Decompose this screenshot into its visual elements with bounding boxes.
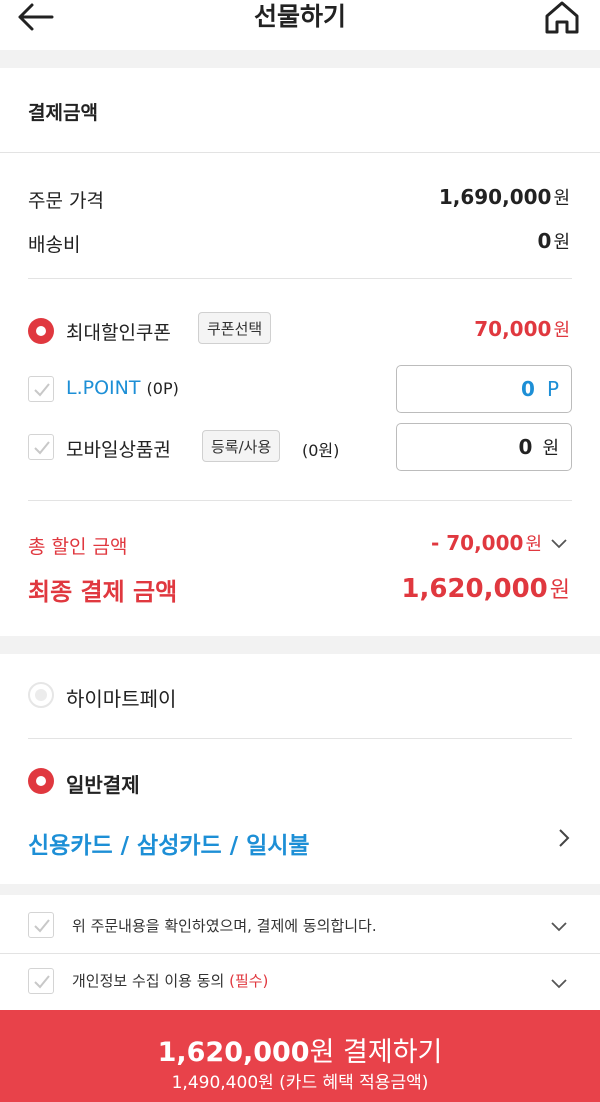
divider [28,738,572,739]
lpoint-input[interactable]: 0 P [396,365,572,413]
check-icon [34,919,50,933]
payment-amount-card: 결제금액 주문 가격 1,690,000 원 배송비 0원 최대할인쿠폰 쿠폰선택… [0,68,600,636]
lpoint-label: L.POINT [66,377,141,399]
check-icon [34,975,50,989]
home-button[interactable] [542,0,582,38]
shipping-value: 0원 [537,229,570,253]
chevron-down-icon[interactable] [550,538,568,550]
section-title: 결제금액 [28,102,98,124]
agreement-row-order[interactable]: 위 주문내용을 확인하였으며, 결제에 동의합니다. [0,897,600,953]
shipping-label: 배송비 [28,234,81,256]
top-header: 선물하기 [0,0,600,50]
divider [28,500,572,501]
agreement-checkbox[interactable] [28,912,54,938]
giftcard-input[interactable]: 0 원 [396,423,572,471]
pay-button[interactable]: 1,620,000원 결제하기 1,490,400원 (카드 혜택 적용금액) [0,1010,600,1102]
payment-method-card: 하이마트페이 일반결제 신용카드 / 삼성카드 / 일시불 [0,654,600,884]
general-payment-label[interactable]: 일반결제 [66,769,140,798]
divider [0,152,600,153]
coupon-value: 70,000 원 [474,317,570,341]
lpoint-balance: (0P) [146,379,179,398]
pay-button-subtext: 1,490,400원 (카드 혜택 적용금액) [171,1073,429,1093]
home-icon [545,1,579,34]
chevron-right-icon[interactable] [558,828,570,848]
agreement-text: 개인정보 수집 이용 동의 (필수) [72,972,269,990]
order-price-label: 주문 가격 [28,190,104,212]
final-amount-value: 1,620,000원 [401,574,570,604]
lpoint-checkbox[interactable] [28,376,54,402]
himart-pay-label[interactable]: 하이마트페이 [66,683,176,712]
coupon-select-button[interactable]: 쿠폰선택 [198,312,272,344]
total-discount-label: 총 할인 금액 [28,536,128,558]
chevron-down-icon[interactable] [550,921,568,933]
arrow-left-icon [18,3,54,31]
agreements-card: 위 주문내용을 확인하였으며, 결제에 동의합니다. 개인정보 수집 이용 동의… [0,895,600,1010]
required-badge: (필수) [229,972,269,990]
general-payment-radio[interactable] [28,768,54,794]
check-icon [34,383,50,397]
back-button[interactable] [16,0,60,34]
agreement-row-privacy[interactable]: 개인정보 수집 이용 동의 (필수) [0,954,600,1010]
giftcard-checkbox[interactable] [28,434,54,460]
lpoint-label-group: L.POINT (0P) [66,377,179,399]
giftcard-balance: (0원) [302,441,340,460]
pay-button-label: 1,620,000원 결제하기 [157,1037,443,1068]
agreement-checkbox[interactable] [28,968,54,994]
total-discount-value: - 70,000 원 [430,531,542,555]
order-price-value: 1,690,000 원 [438,185,570,209]
coupon-radio[interactable] [28,318,54,344]
divider [28,278,572,279]
page-title: 선물하기 [253,2,346,31]
coupon-label: 최대할인쿠폰 [66,322,171,344]
check-icon [34,441,50,455]
chevron-down-icon[interactable] [550,978,568,990]
agreement-text: 위 주문내용을 확인하였으며, 결제에 동의합니다. [72,917,377,935]
final-amount-label: 최종 결제 금액 [28,578,178,606]
himart-pay-radio[interactable] [28,682,54,708]
giftcard-label: 모바일상품권 [66,439,171,461]
card-selection-text[interactable]: 신용카드 / 삼성카드 / 일시불 [28,826,310,860]
giftcard-register-button[interactable]: 등록/사용 [202,430,281,462]
